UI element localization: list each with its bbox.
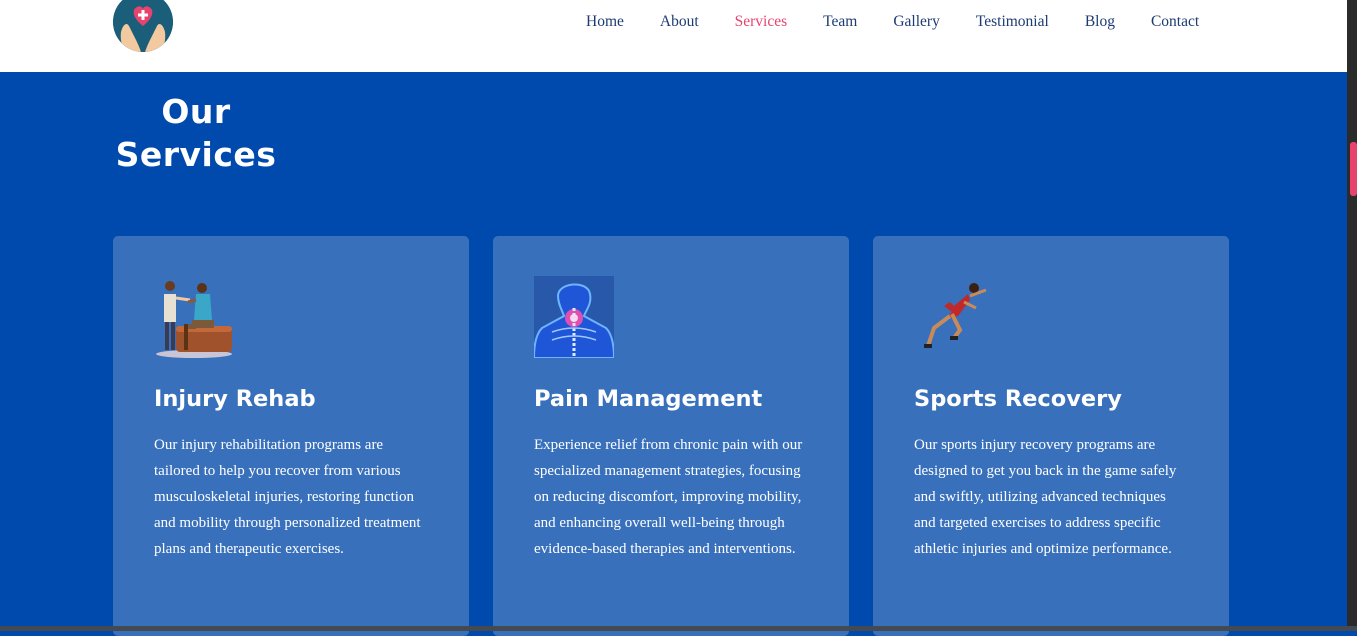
service-card-sports-recovery[interactable]: Sports Recovery Our sports injury recove… [873,236,1229,636]
nav-gallery[interactable]: Gallery [893,13,939,31]
service-title: Sports Recovery [914,386,1122,412]
spine-xray-icon [532,276,616,359]
nav-team[interactable]: Team [823,13,857,31]
rehab-therapist-icon [154,276,234,358]
service-title: Injury Rehab [154,386,316,412]
page-title: Our Services [113,90,279,176]
page-scrollbar[interactable] [1347,0,1357,631]
service-card-pain-management[interactable]: Pain Management Experience relief from c… [493,236,849,636]
nav-blog[interactable]: Blog [1085,13,1115,31]
sprinter-icon [914,276,994,358]
page-title-line1: Our [161,92,231,131]
nav-testimonial[interactable]: Testimonial [976,13,1049,31]
service-description: Experience relief from chronic pain with… [534,437,803,557]
service-card-injury-rehab[interactable]: Injury Rehab Our injury rehabilitation p… [113,236,469,636]
service-description: Our injury rehabilitation programs are t… [154,437,421,557]
page-title-line2: Services [115,135,277,174]
logo[interactable] [113,0,173,52]
nav-home[interactable]: Home [586,13,624,31]
site-header: Home About Services Team Gallery Testimo… [0,0,1347,72]
service-description: Our sports injury recovery programs are … [914,437,1177,557]
main-nav: Home About Services Team Gallery Testimo… [586,13,1235,31]
nav-contact[interactable]: Contact [1151,13,1199,31]
nav-about[interactable]: About [660,13,699,31]
nav-services[interactable]: Services [735,13,788,31]
service-title: Pain Management [534,386,763,412]
heart-hands-icon [113,0,173,52]
bottom-edge [0,626,1357,631]
scrollbar-thumb[interactable] [1350,142,1357,196]
